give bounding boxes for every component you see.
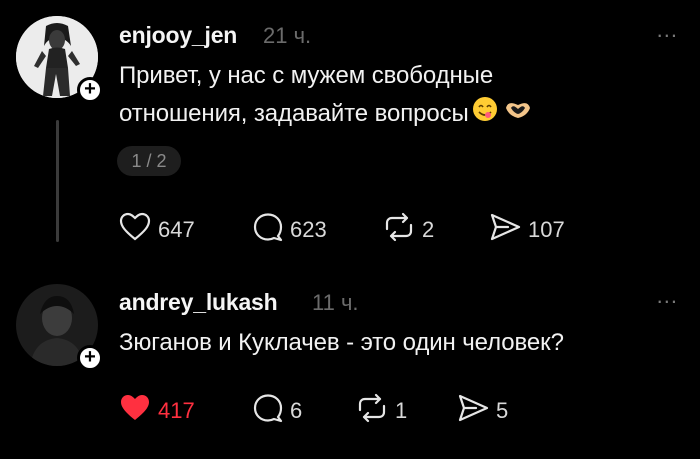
post-text: Привет, у нас с мужем свободные отношени… xyxy=(119,57,533,134)
repost-icon xyxy=(355,393,389,429)
post-text-line-2: отношения, задавайте вопросы xyxy=(119,95,533,134)
timestamp: 11 ч. xyxy=(312,290,359,315)
timestamp: 21 ч. xyxy=(263,23,312,48)
follow-button[interactable]: + xyxy=(77,77,103,103)
heart-filled-icon xyxy=(118,393,152,429)
repost-button[interactable]: 2 xyxy=(382,212,434,248)
heart-icon xyxy=(118,212,152,248)
like-count: 647 xyxy=(158,217,195,242)
repost-icon xyxy=(382,212,416,248)
comment-count: 623 xyxy=(290,217,327,242)
username[interactable]: enjooy_jen xyxy=(119,22,237,49)
post-text-line-1: Привет, у нас с мужем свободные xyxy=(119,62,494,89)
send-icon xyxy=(456,393,490,429)
comment-icon xyxy=(252,212,284,248)
carousel-pager: 1 / 2 xyxy=(117,146,181,176)
follow-button[interactable]: + xyxy=(77,345,103,371)
share-button[interactable]: 107 xyxy=(488,212,565,248)
post-text: Зюганов и Куклачев - это один человек? xyxy=(119,329,564,356)
more-options-button[interactable]: ... xyxy=(657,17,678,43)
comment-count: 6 xyxy=(290,398,303,423)
repost-count: 1 xyxy=(395,398,408,423)
repost-button[interactable]: 1 xyxy=(355,393,407,429)
share-count: 107 xyxy=(528,217,565,242)
more-options-button[interactable]: ... xyxy=(657,283,678,309)
post-enjooy-jen: + enjooy_jen 21 ч. ... Привет, у нас с м… xyxy=(0,0,700,265)
heart-hands-emoji-icon xyxy=(503,96,533,134)
post-text-line-2-content: отношения, задавайте вопросы xyxy=(119,100,469,127)
comment-button[interactable]: 623 xyxy=(252,212,327,248)
like-button[interactable]: 417 xyxy=(118,393,195,429)
comment-button[interactable]: 6 xyxy=(252,393,302,429)
comment-icon xyxy=(252,393,284,429)
like-button[interactable]: 647 xyxy=(118,212,195,248)
share-button[interactable]: 5 xyxy=(456,393,508,429)
savoring-face-emoji-icon xyxy=(471,96,501,134)
username[interactable]: andrey_lukash xyxy=(119,289,278,316)
share-count: 5 xyxy=(496,398,509,423)
repost-count: 2 xyxy=(422,217,435,242)
send-icon xyxy=(488,212,522,248)
thread-line xyxy=(56,120,59,242)
like-count: 417 xyxy=(158,398,195,423)
post-andrey-lukash: + andrey_lukash 11 ч. ... Зюганов и Кукл… xyxy=(0,268,700,459)
